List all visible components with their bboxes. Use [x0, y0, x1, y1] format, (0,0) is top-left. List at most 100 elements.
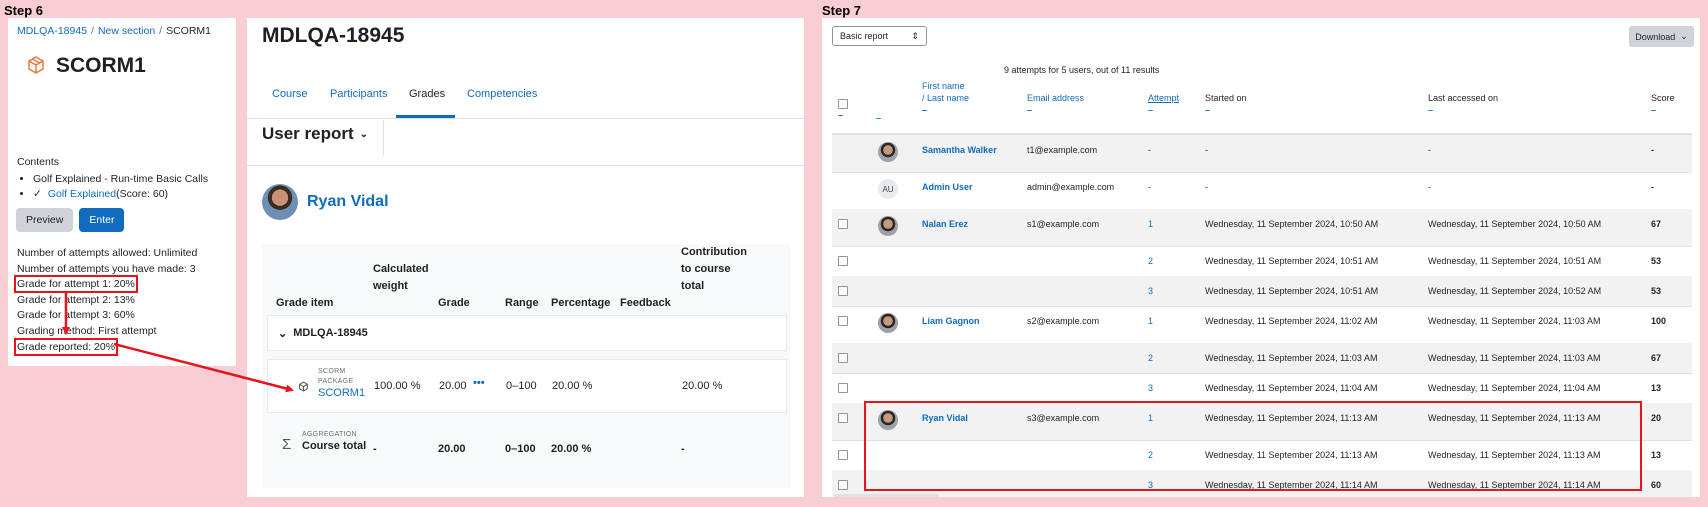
- scorm1-link[interactable]: SCORM1: [318, 387, 365, 399]
- tab-participants[interactable]: Participants: [330, 88, 387, 100]
- step-7-label: Step 7: [822, 3, 862, 18]
- report-type-value: Basic report: [840, 31, 889, 41]
- row-checkbox[interactable]: [838, 256, 848, 266]
- last-accessed-header: Last accessed on –: [1428, 92, 1499, 115]
- course-tabs: Course Participants Grades Competencies: [247, 70, 804, 119]
- user-name-link[interactable]: Samantha Walker: [922, 145, 997, 155]
- score-label[interactable]: Score: [1651, 92, 1675, 104]
- download-button[interactable]: Download ⌄: [1629, 26, 1694, 47]
- row-checkbox[interactable]: [838, 450, 848, 460]
- score-cell: 100: [1651, 316, 1667, 326]
- tab-course[interactable]: Course: [272, 88, 307, 100]
- total-range: 0–100: [505, 443, 536, 455]
- row-checkbox[interactable]: [838, 413, 848, 423]
- attempt-cell[interactable]: 2: [1148, 353, 1153, 363]
- row-checkbox[interactable]: [838, 480, 848, 490]
- row-checkbox[interactable]: [838, 219, 848, 229]
- course-total-cell: AGGREGATION Course total: [302, 431, 367, 452]
- score-cell: 60: [1651, 480, 1662, 490]
- sort-email[interactable]: Email address: [1027, 93, 1084, 103]
- attempt-cell[interactable]: 2: [1148, 256, 1153, 266]
- divider: [383, 120, 384, 156]
- package-icon: [298, 381, 309, 395]
- more-actions-icon[interactable]: •••: [473, 377, 485, 389]
- sigma-icon: Σ: [282, 436, 292, 453]
- breadcrumb: MDLQA-18945/New section / SCORM1: [17, 25, 211, 37]
- page-title-block: SCORM1: [26, 54, 146, 78]
- avatar[interactable]: AU: [878, 179, 898, 199]
- contribution-value: 20.00 %: [682, 380, 723, 392]
- attempt-cell[interactable]: 1: [1148, 219, 1153, 229]
- tab-grades[interactable]: Grades: [409, 88, 445, 100]
- contents-label: Contents: [17, 156, 60, 168]
- attempt-cell[interactable]: 3: [1148, 383, 1153, 393]
- last-accessed-cell: Wednesday, 11 September 2024, 11:03 AM: [1428, 353, 1601, 363]
- category-row[interactable]: ⌄ MDLQA-18945: [267, 315, 787, 351]
- started-cell: Wednesday, 11 September 2024, 10:50 AM: [1205, 219, 1379, 229]
- started-label[interactable]: Started on: [1205, 92, 1247, 104]
- avatar-header: –: [876, 113, 882, 123]
- tab-competencies[interactable]: Competencies: [467, 88, 537, 100]
- name-header: First name / Last name –: [922, 81, 970, 115]
- package-icon: [26, 55, 46, 78]
- breadcrumb-section-link[interactable]: New section: [98, 25, 155, 37]
- report-selector[interactable]: User report ⌄: [262, 124, 368, 144]
- started-cell: Wednesday, 11 September 2024, 11:02 AM: [1205, 316, 1378, 326]
- attempt-cell[interactable]: 3: [1148, 286, 1153, 296]
- golf-explained-link[interactable]: Golf Explained: [48, 188, 116, 200]
- content-item-completed: ✓ Golf Explained(Score: 60): [33, 188, 208, 200]
- enter-button[interactable]: Enter: [79, 208, 125, 232]
- last-accessed-label[interactable]: Last accessed on: [1428, 92, 1498, 104]
- attempt-cell[interactable]: 1: [1148, 316, 1153, 326]
- avatar[interactable]: [262, 184, 298, 220]
- select-arrows-icon: ⇕: [911, 30, 919, 41]
- started-cell: -: [1205, 182, 1208, 192]
- started-cell: Wednesday, 11 September 2024, 10:51 AM: [1205, 256, 1379, 266]
- started-cell: Wednesday, 11 September 2024, 10:51 AM: [1205, 286, 1379, 296]
- last-accessed-cell: Wednesday, 11 September 2024, 10:51 AM: [1428, 256, 1602, 266]
- row-checkbox[interactable]: [838, 316, 848, 326]
- row-checkbox[interactable]: [838, 286, 848, 296]
- report-type-select[interactable]: Basic report ⇕: [832, 26, 927, 46]
- sort-first-name[interactable]: First name: [922, 81, 965, 91]
- score-cell: 53: [1651, 256, 1662, 266]
- attempts-allowed: Number of attempts allowed: Unlimited: [17, 247, 198, 259]
- select-all-checkbox[interactable]: [838, 99, 848, 109]
- user-name-link[interactable]: Nalan Erez: [922, 219, 968, 229]
- contents-section: Contents Golf Explained - Run-time Basic…: [17, 156, 208, 203]
- email-header: Email address –: [1027, 93, 1085, 115]
- user-name-link[interactable]: Ryan Vidal: [307, 193, 389, 211]
- avatar[interactable]: [878, 216, 898, 236]
- table-row: 3 Wednesday, 11 September 2024, 11:04 AM W…: [832, 373, 1692, 404]
- scorm-activity-panel: MDLQA-18945/New section / SCORM1 SCORM1 Co…: [8, 18, 236, 366]
- avatar[interactable]: [878, 313, 898, 333]
- grade-attempt-2: Grade for attempt 2: 13%: [17, 293, 135, 306]
- grade-item-row: SCORM PACKAGE SCORM1 100.00 % 20.00 ••• …: [267, 359, 787, 413]
- sort-last-name[interactable]: / Last name: [922, 93, 969, 103]
- user-heading: Ryan Vidal: [262, 184, 389, 220]
- action-buttons: Preview Enter: [16, 208, 125, 232]
- table-row: Liam Gagnon s2@example.com 1 Wednesday, 11 …: [832, 306, 1692, 344]
- chevron-down-icon[interactable]: ⌄: [278, 327, 287, 340]
- user-name-link[interactable]: Admin User: [922, 182, 973, 192]
- grading-method: Grading method: First attempt: [17, 324, 157, 337]
- started-cell: -: [1205, 145, 1208, 155]
- table-row: 2 Wednesday, 11 September 2024, 11:03 AM W…: [832, 343, 1692, 374]
- select-all-header: –: [838, 99, 848, 121]
- grade-item-cell: SCORM PACKAGE SCORM1: [318, 368, 366, 399]
- grade-value: 20.00: [439, 380, 467, 392]
- grade-attempt-3: Grade for attempt 3: 60%: [17, 309, 135, 322]
- active-tab-indicator: [396, 115, 455, 118]
- breadcrumb-course-link[interactable]: MDLQA-18945: [17, 25, 87, 37]
- avatar[interactable]: [878, 142, 898, 162]
- last-accessed-cell: Wednesday, 11 September 2024, 10:52 AM: [1428, 286, 1602, 296]
- sort-attempt[interactable]: Attempt: [1148, 93, 1179, 103]
- content-item: Golf Explained - Run-time Basic Calls: [33, 173, 208, 185]
- user-name-link[interactable]: Liam Gagnon: [922, 316, 980, 326]
- row-checkbox[interactable]: [838, 353, 848, 363]
- row-checkbox[interactable]: [838, 383, 848, 393]
- horizontal-scrollbar[interactable]: [834, 494, 939, 497]
- preview-button[interactable]: Preview: [16, 208, 74, 232]
- score-cell: 13: [1651, 383, 1662, 393]
- attempt-header: Attempt –: [1148, 93, 1180, 115]
